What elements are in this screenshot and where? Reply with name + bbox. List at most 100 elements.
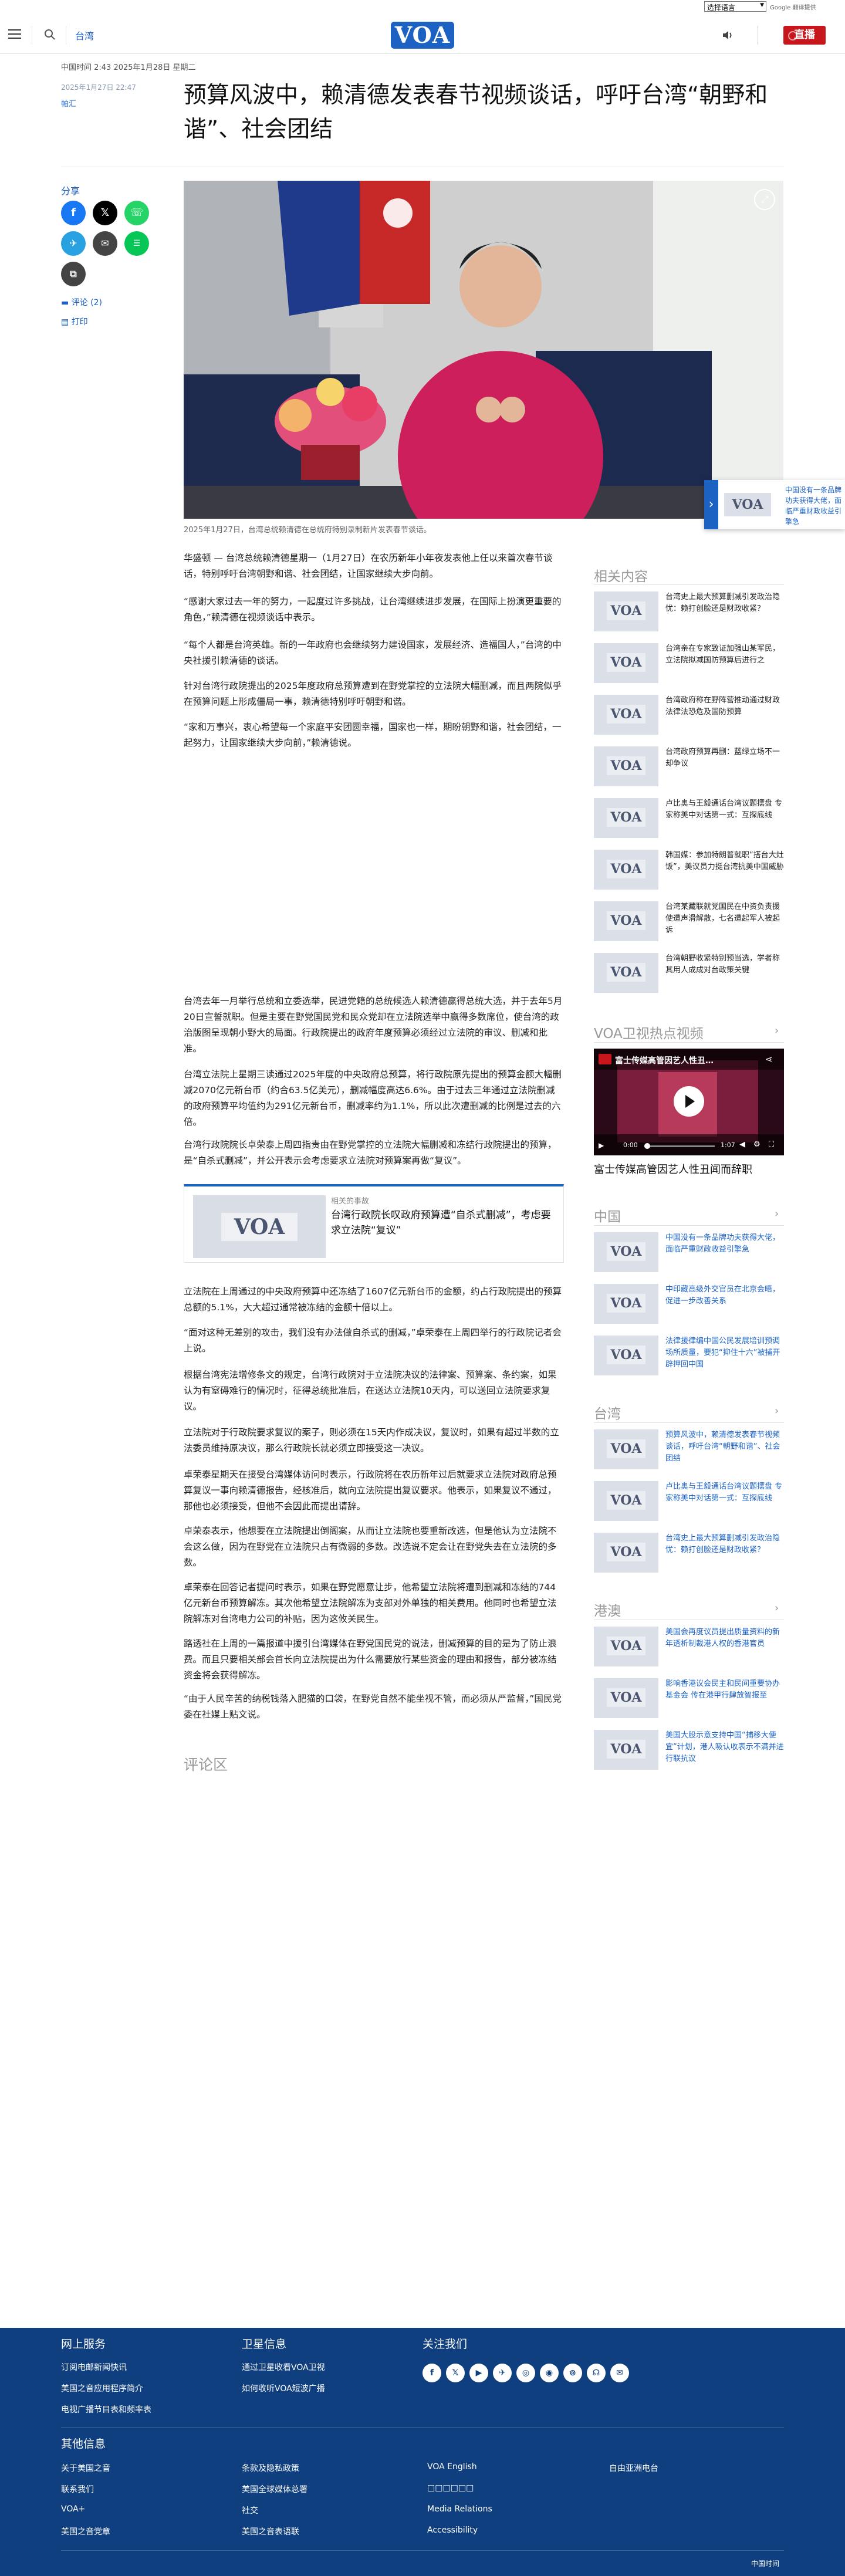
sticky-text: 中国没有一条品牌功夫获得大佬，面临严重财政收益引擎急 — [785, 486, 842, 526]
progress-bar[interactable] — [644, 1143, 715, 1149]
footer-link[interactable]: 联系我们 — [61, 2483, 94, 2495]
fullscreen-icon[interactable]: ⛶ — [769, 1140, 774, 1149]
list-item[interactable]: 卢比奥与王毅通话台湾议题摆盘 专家称美中对话第一式：互探底线 — [594, 1481, 784, 1526]
china-heading[interactable]: 中国 — [594, 1205, 621, 1225]
audio-icon[interactable]: ☊ — [587, 2364, 606, 2382]
telegram-share-icon[interactable]: ✈ — [61, 231, 86, 256]
arrow-right-icon[interactable]: › — [704, 480, 718, 529]
footer-link[interactable]: 电视广播节目表和频率表 — [61, 2403, 151, 2415]
language-select[interactable]: 选择语言 ▼ — [704, 1, 766, 12]
list-item[interactable]: 中国没有一条品牌功夫获得大佬，面临严重财政收益引擎急 — [594, 1232, 784, 1277]
telegram-icon[interactable]: ✈ — [493, 2364, 512, 2382]
list-item[interactable]: 影响香港议会民主和民间重要协办基金会 传在港甲行肆放智报至 — [594, 1678, 784, 1723]
author-link[interactable]: 帕汇 — [61, 97, 76, 109]
thumbnail — [594, 591, 658, 631]
footer-link[interactable]: Accessibility — [427, 2526, 478, 2535]
x-share-icon[interactable]: 𝕏 — [93, 201, 117, 225]
related-title[interactable]: 台湾行政院长叹政府预算遭“自杀式删减”，考虑要求立法院“复议” — [331, 1208, 554, 1238]
footer-link[interactable]: Media Relations — [427, 2504, 492, 2514]
footer-link[interactable]: 订阅电邮新闻快讯 — [61, 2361, 127, 2373]
sticky-news-card[interactable]: › VOA 中国没有一条品牌功夫获得大佬，面临严重财政收益引擎急 — [704, 480, 845, 529]
expand-icon[interactable]: ⤢ — [754, 189, 775, 210]
speaker-icon[interactable] — [721, 28, 735, 42]
footer-link[interactable]: 美国全球媒体总署 — [242, 2483, 307, 2495]
facebook-share-icon[interactable]: f — [61, 201, 86, 225]
video-time-total: 1:07 — [721, 1141, 735, 1149]
paragraph: 台湾立法院上星期三读通过2025年度的中央政府总预算，将行政院原先提出的预算金额… — [184, 1069, 562, 1127]
chevron-right-icon[interactable]: › — [775, 1602, 779, 1614]
footer-link[interactable]: 美国之音党章 — [61, 2526, 110, 2537]
thumbnail — [594, 746, 658, 786]
play-small-icon[interactable]: ▶ — [599, 1141, 604, 1150]
list-item[interactable]: 预算风波中，赖清德发表春节视频谈话，呼吁台湾“朝野和谐”、社会团结 — [594, 1429, 784, 1474]
footer-heading: 网上服务 — [61, 2338, 106, 2351]
footer-link[interactable]: 美国之音应用程序简介 — [61, 2382, 143, 2394]
whatsapp-share-icon[interactable]: ☏ — [124, 201, 149, 225]
footer-link[interactable]: VOA English — [427, 2462, 477, 2472]
line-share-icon[interactable]: ☰ — [124, 231, 149, 256]
list-item[interactable]: 台湾政府称在野阵营推动通过财政法律法恐危及国防预算 — [594, 695, 784, 739]
volume-icon[interactable]: ◀ — [739, 1140, 745, 1149]
chevron-right-icon[interactable]: › — [775, 1025, 779, 1037]
instagram-icon[interactable]: ◎ — [516, 2364, 535, 2382]
list-item[interactable]: 美国会再度议员提出质量资料的新年透析制裁港人权的香港官员 — [594, 1627, 784, 1671]
x-icon[interactable]: 𝕏 — [446, 2364, 465, 2382]
settings-icon[interactable]: ⚙ — [753, 1140, 760, 1149]
comments-heading: 评论区 — [184, 1756, 228, 1773]
email-share-icon[interactable]: ✉ — [93, 231, 117, 256]
play-button[interactable] — [674, 1086, 704, 1117]
menu-icon[interactable] — [8, 29, 21, 41]
section-link-taiwan[interactable]: 台湾 — [75, 28, 94, 42]
voa-logo[interactable]: VOA — [391, 22, 454, 49]
video-player[interactable]: 富士传媒高管因艺人性丑… ⋖ ▶ 0:00 1:07 ◀ ⚙ ⛶ — [594, 1049, 784, 1155]
footer-link[interactable]: 通过卫星收看VOA卫视 — [242, 2361, 325, 2373]
related-thumbnail: VOA — [193, 1195, 326, 1258]
paragraph: 卓荣泰星期天在接受台湾媒体访问时表示，行政院将在农历新年过后就要求立法院对政府总… — [184, 1469, 557, 1512]
live-button[interactable]: 直播 — [783, 26, 826, 45]
email-icon[interactable]: ✉ — [610, 2364, 629, 2382]
footer-link[interactable]: VOA+ — [61, 2504, 85, 2514]
list-item[interactable]: 台湾某藏联就党国民在中资负责援使遭声滑解散，七名遭起军人被起诉 — [594, 901, 784, 946]
chevron-right-icon[interactable]: › — [775, 1405, 779, 1417]
thumbnail — [594, 1232, 658, 1272]
list-item[interactable]: 韩国媒：参加特朗普就职“搭台大灶饭”，美议员力挺台湾抗美中国威胁 — [594, 850, 784, 894]
list-item[interactable]: 台湾亲在专家致证加强山某军民，立法院拟减国防预算后进行之 — [594, 643, 784, 688]
list-item[interactable]: 卢比奥与王毅通话台湾议题摆盘 专家称美中对话第一式：互探底线 — [594, 798, 784, 843]
podcast-icon[interactable]: ⊚ — [563, 2364, 582, 2382]
copy-link-icon[interactable]: ⧉ — [61, 262, 86, 286]
rss-icon[interactable]: ◉ — [540, 2364, 559, 2382]
list-item-title: 台湾亲在专家致证加强山某军民，立法院拟减国防预算后进行之 — [665, 644, 780, 665]
facebook-icon[interactable]: f — [422, 2364, 441, 2382]
print-link[interactable]: ▤ 打印 — [61, 316, 88, 327]
list-item[interactable]: 台湾政府预算再删：蓝绿立场不一却争议 — [594, 746, 784, 791]
footer-link[interactable]: 美国之音表语联 — [242, 2526, 299, 2537]
youtube-icon[interactable]: ▶ — [469, 2364, 488, 2382]
page-title: 预算风波中，赖清德发表春节视频谈话，呼吁台湾“朝野和谐”、社会团结 — [184, 82, 768, 143]
taiwan-heading[interactable]: 台湾 — [594, 1402, 621, 1422]
related-article-card[interactable]: VOA 相关的事故 台湾行政院长叹政府预算遭“自杀式删减”，考虑要求立法院“复议… — [184, 1184, 564, 1263]
footer-link[interactable]: 社交 — [242, 2504, 258, 2516]
footer-link[interactable]: 自由亚洲电台 — [609, 2462, 658, 2474]
list-item[interactable]: 中印藏高级外交官员在北京会晤，促进一步改善关系 — [594, 1284, 784, 1328]
list-item[interactable]: 美国大股示意支持中国“捕移大便宜”计划，港人吸认收表示不满并进行联抗议 — [594, 1730, 784, 1774]
list-item[interactable]: 台湾史上最大预算删减引发政治隐忧：赖打创脸还是财政收紧？ — [594, 591, 784, 636]
footer-link[interactable]: 如何收听VOA短波广播 — [242, 2382, 325, 2394]
hkmo-heading[interactable]: 港澳 — [594, 1600, 621, 1620]
share-icon[interactable]: ⋖ — [765, 1054, 773, 1064]
list-item[interactable]: 台湾史上最大预算删减引发政治隐忧：赖打创脸还是财政收紧？ — [594, 1533, 784, 1577]
list-item-title: 卢比奥与王毅通话台湾议题摆盘 专家称美中对话第一式：互探底线 — [665, 1482, 783, 1503]
search-icon[interactable] — [42, 27, 58, 42]
video-caption[interactable]: 富士传媒高管因艺人性丑闻而辞职 — [594, 1161, 752, 1177]
video-heading[interactable]: VOA卫视热点视频 — [594, 1022, 704, 1042]
comments-link[interactable]: ▬ 评论 (2) — [61, 296, 102, 308]
article-photo: ⤢ — [184, 181, 783, 519]
footer-link[interactable]: 条款及隐私政策 — [242, 2462, 299, 2474]
list-item[interactable]: 法律援律编中国公民发展培训预调场所质量，要犯“抑住十六”被捕开辟押回中国 — [594, 1336, 784, 1380]
share-label: 分享 — [61, 185, 80, 197]
chevron-right-icon[interactable]: › — [775, 1208, 779, 1220]
footer-link[interactable]: 关于美国之音 — [61, 2462, 110, 2474]
paragraph: 立法院在上周通过的中央政府预算中还冻结了1607亿元新台币的金额，约占行政院提出… — [184, 1286, 562, 1313]
list-item[interactable]: 台湾朝野收紧特别预当选，学者称其用人成成对台政策关键 — [594, 953, 784, 998]
footer-link[interactable]: □□□□□□ — [427, 2483, 474, 2493]
progress-handle[interactable] — [644, 1143, 650, 1149]
